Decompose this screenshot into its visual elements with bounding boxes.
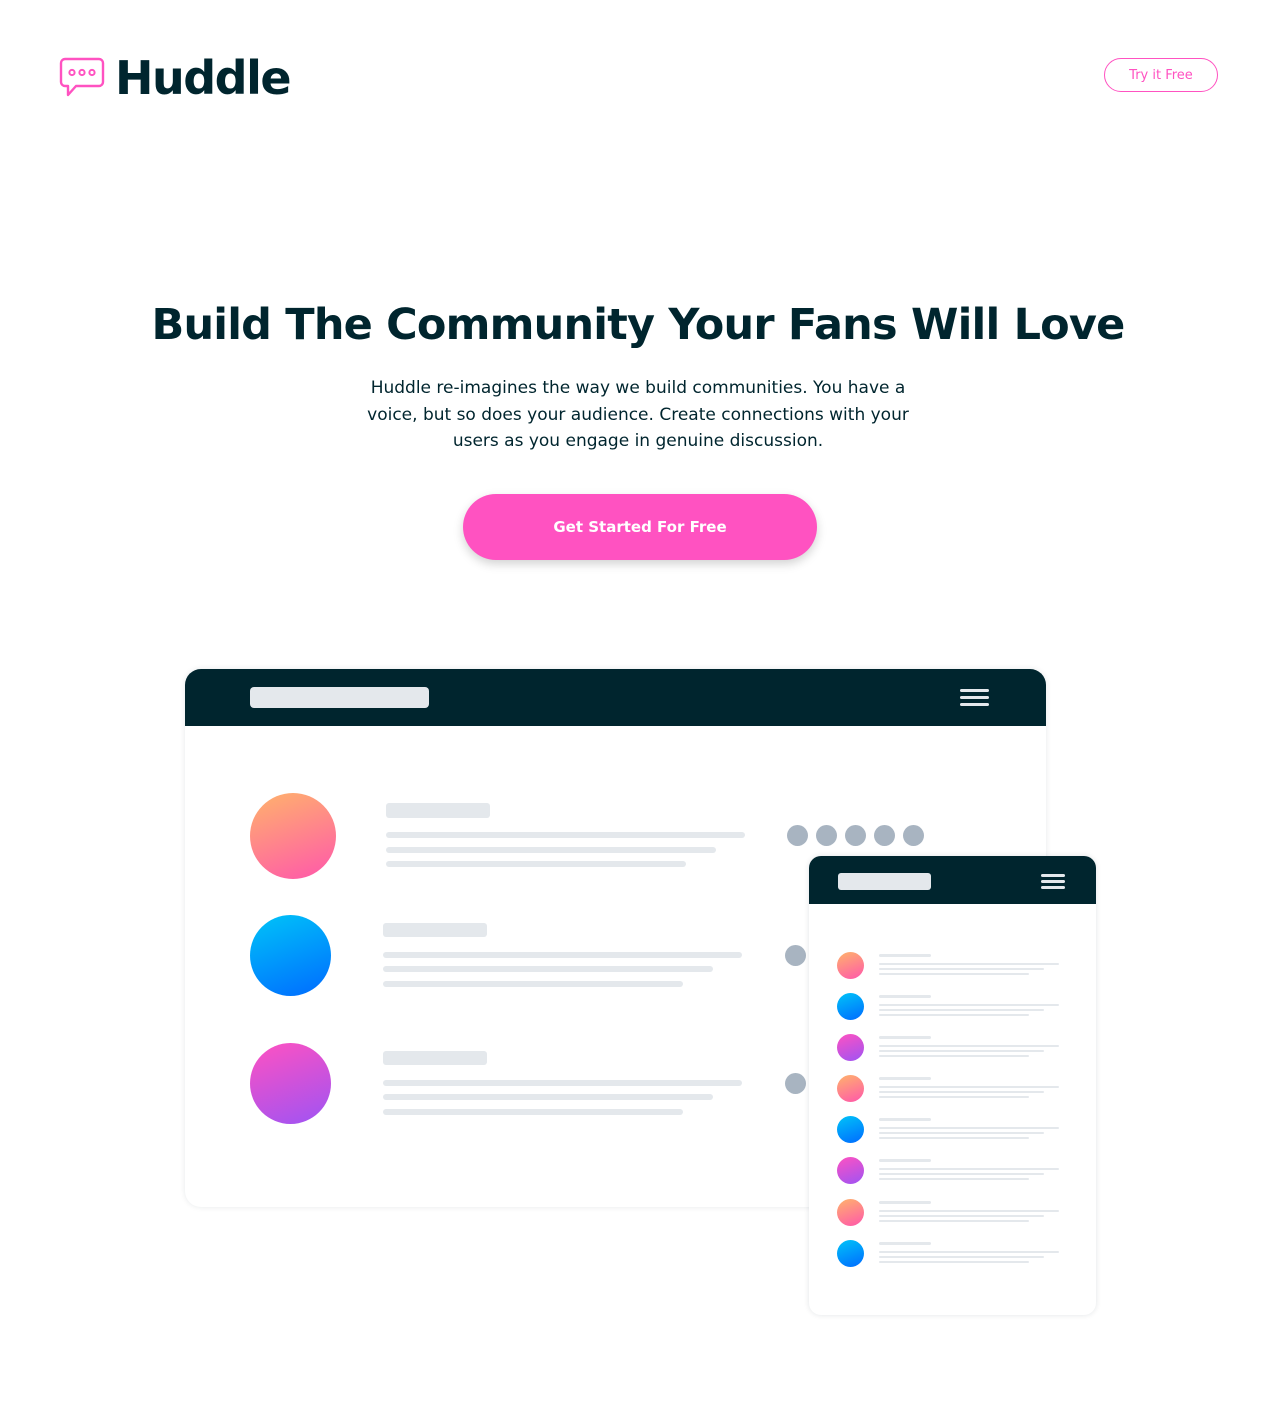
- list-item: [837, 952, 1077, 980]
- hamburger-menu-icon: [960, 689, 989, 707]
- post-title-placeholder: [383, 1051, 487, 1065]
- hero-title: Build The Community Your Fans Will Love: [151, 300, 1125, 350]
- list-item: [837, 1034, 1077, 1062]
- list-item: [837, 1240, 1077, 1268]
- reaction-dot: [816, 825, 837, 846]
- reaction-dot: [903, 825, 924, 846]
- post-line-placeholder: [383, 966, 713, 972]
- desktop-mockup-header: [185, 669, 1046, 726]
- desktop-title-placeholder: [250, 687, 429, 708]
- avatar: [837, 1240, 864, 1267]
- chat-bubble-icon: [59, 57, 105, 97]
- post-line-placeholder: [383, 981, 683, 987]
- mobile-title-placeholder: [838, 873, 931, 890]
- reaction-dot: [785, 1073, 806, 1094]
- post-line-placeholder: [386, 847, 716, 853]
- avatar: [837, 1034, 864, 1061]
- post-title-placeholder: [383, 923, 487, 937]
- avatar: [250, 793, 336, 879]
- post-title-placeholder: [386, 803, 490, 818]
- brand-name: Huddle: [115, 51, 292, 105]
- avatar: [837, 1199, 864, 1226]
- huddle-logo[interactable]: Huddle: [59, 51, 292, 105]
- hamburger-menu-icon: [1041, 874, 1065, 889]
- avatar: [250, 915, 331, 996]
- post-line-placeholder: [383, 952, 742, 958]
- post-line-placeholder: [383, 1094, 713, 1100]
- list-item: [837, 1157, 1077, 1185]
- reaction-dot: [845, 825, 866, 846]
- get-started-button[interactable]: Get Started For Free: [463, 494, 817, 560]
- try-it-free-button[interactable]: Try it Free: [1104, 58, 1218, 92]
- avatar: [837, 952, 864, 979]
- hero-description: Huddle re-imagines the way we build comm…: [367, 378, 909, 451]
- list-item: [837, 1116, 1077, 1144]
- list-item: [837, 993, 1077, 1021]
- avatar: [837, 993, 864, 1020]
- list-item: [837, 1199, 1077, 1227]
- mobile-mockup-illustration: [809, 856, 1096, 1315]
- reaction-dot: [787, 825, 808, 846]
- avatar: [250, 1043, 331, 1124]
- avatar: [837, 1116, 864, 1143]
- reaction-dot: [874, 825, 895, 846]
- post-line-placeholder: [386, 861, 686, 867]
- avatar: [837, 1157, 864, 1184]
- post-line-placeholder: [383, 1080, 742, 1086]
- post-line-placeholder: [386, 832, 745, 838]
- reaction-dot: [785, 945, 806, 966]
- avatar: [837, 1075, 864, 1102]
- post-line-placeholder: [383, 1109, 683, 1115]
- list-item: [837, 1075, 1077, 1103]
- mobile-mockup-header: [809, 856, 1096, 904]
